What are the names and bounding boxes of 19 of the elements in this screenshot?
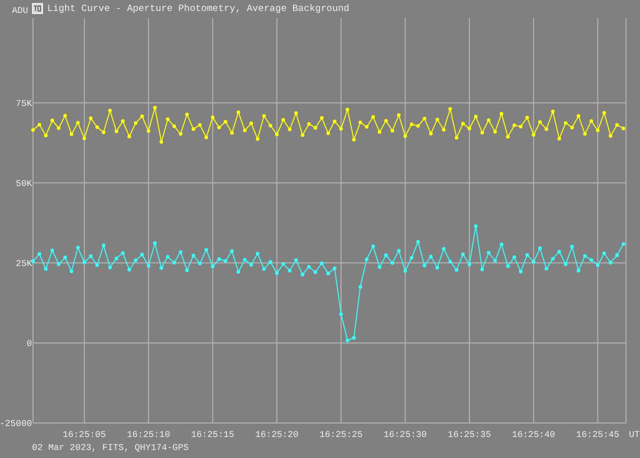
axis-title: ADU [12,4,28,16]
axis-label: 16:25:45 [576,430,620,440]
axis-label: 25K [16,258,32,269]
axis-label: 16:25:20 [255,430,298,440]
axis-label: -25000 [0,419,32,429]
axis-label: 16:25:05 [62,430,106,440]
footer-info: 02 Mar 2023, FITS, QHY174-GPS [32,443,189,453]
app-icon [32,2,44,14]
axis-label: 16:25:35 [448,430,492,440]
axis-label: 16:25:15 [191,430,234,440]
window-title: Light Curve - Aperture Photometry, Average Background [47,2,350,14]
axis-label: 75K [16,98,32,109]
axis-label: 16:25:40 [512,430,556,440]
axis-label: 16:25:30 [384,430,427,440]
axis-label: 0 [26,338,32,349]
axis-title: UT [629,430,640,440]
axis-label: 16:25:10 [126,430,170,440]
axis-label: 50K [16,178,32,189]
axis-label: 16:25:25 [319,430,363,440]
